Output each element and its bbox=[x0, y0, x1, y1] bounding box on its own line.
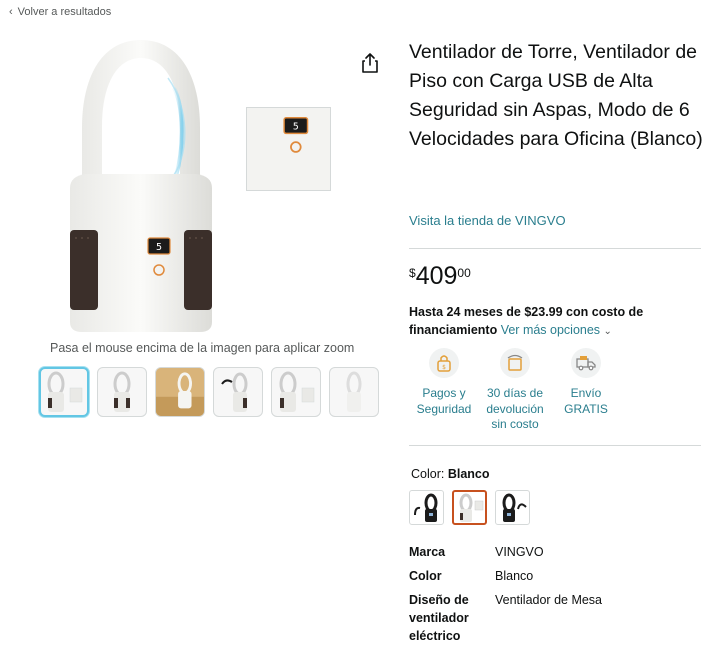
color-swatch-white[interactable] bbox=[452, 490, 487, 525]
product-title: Ventilador de Torre, Ventilador de Piso … bbox=[409, 41, 703, 150]
price: $ 409 00 bbox=[409, 262, 471, 290]
badge-secure-payment-label: Pagos y Seguridad bbox=[416, 386, 472, 416]
main-product-image[interactable]: 5 bbox=[66, 38, 216, 334]
back-to-results-link[interactable]: ‹ Volver a resultados bbox=[9, 6, 111, 18]
delivery-truck-icon bbox=[571, 348, 601, 378]
chevron-down-icon: ⌄ bbox=[603, 326, 612, 337]
spec-row: Color Blanco bbox=[409, 567, 695, 585]
price-whole: 409 bbox=[415, 262, 458, 290]
svg-text:$: $ bbox=[442, 364, 446, 371]
thumbnail-4[interactable] bbox=[213, 367, 263, 417]
color-label-prefix: Color: bbox=[411, 467, 445, 481]
store-link[interactable]: Visita la tienda de VINGVO bbox=[409, 213, 566, 228]
spec-key: Diseño de ventilador eléctrico bbox=[409, 593, 469, 643]
share-icon[interactable] bbox=[360, 52, 380, 74]
more-options-link[interactable]: Ver más opciones bbox=[501, 323, 600, 337]
spec-value: Ventilador de Mesa bbox=[495, 593, 603, 607]
badge-returns-label: 30 días de devolución sin costo bbox=[486, 386, 544, 431]
zoom-hint: Pasa el mouse encima de la imagen para a… bbox=[50, 341, 355, 355]
badge-free-shipping[interactable]: Envío GRATIS bbox=[551, 348, 621, 433]
spec-row: Diseño de ventilador eléctrico Ventilado… bbox=[409, 591, 695, 645]
detail-display-digit: 5 bbox=[293, 121, 299, 132]
divider bbox=[409, 248, 701, 249]
badge-secure-payment[interactable]: $ Pagos y Seguridad bbox=[409, 348, 479, 433]
divider bbox=[409, 445, 701, 446]
spec-row: Marca VINGVO bbox=[409, 543, 695, 561]
spec-key: Marca bbox=[409, 545, 446, 559]
return-icon bbox=[500, 348, 530, 378]
thumbnail-6[interactable] bbox=[329, 367, 379, 417]
product-specs: Marca VINGVO Color Blanco Diseño de vent… bbox=[409, 543, 695, 645]
price-symbol: $ bbox=[409, 266, 416, 280]
spec-value: VINGVO bbox=[495, 545, 544, 559]
trust-badges: $ Pagos y Seguridad 30 días de devolució… bbox=[409, 348, 622, 433]
secure-payment-icon: $ bbox=[429, 348, 459, 378]
thumbnail-5[interactable] bbox=[271, 367, 321, 417]
color-swatches bbox=[409, 490, 530, 525]
badge-free-shipping-label: Envío GRATIS bbox=[564, 386, 608, 416]
badge-returns[interactable]: 30 días de devolución sin costo bbox=[480, 348, 550, 433]
thumbnail-1[interactable] bbox=[39, 367, 89, 417]
price-fraction: 00 bbox=[457, 266, 471, 280]
spec-value: Blanco bbox=[495, 569, 534, 583]
detail-image-control-panel: 5 bbox=[246, 107, 331, 191]
color-selection-label: Color: Blanco bbox=[411, 467, 490, 481]
thumbnail-strip bbox=[39, 367, 379, 417]
thumbnail-3[interactable] bbox=[155, 367, 205, 417]
financing-info: Hasta 24 meses de $23.99 con costo de fi… bbox=[409, 303, 699, 341]
thumbnail-2[interactable] bbox=[97, 367, 147, 417]
color-selected-value: Blanco bbox=[447, 467, 490, 481]
spec-key: Color bbox=[409, 569, 442, 583]
color-swatch-black[interactable] bbox=[409, 490, 444, 525]
chevron-left-icon: ‹ bbox=[9, 5, 13, 18]
fan-display-digit: 5 bbox=[156, 242, 162, 253]
back-link-label: Volver a resultados bbox=[17, 6, 112, 18]
color-swatch-black-alt[interactable] bbox=[495, 490, 530, 525]
